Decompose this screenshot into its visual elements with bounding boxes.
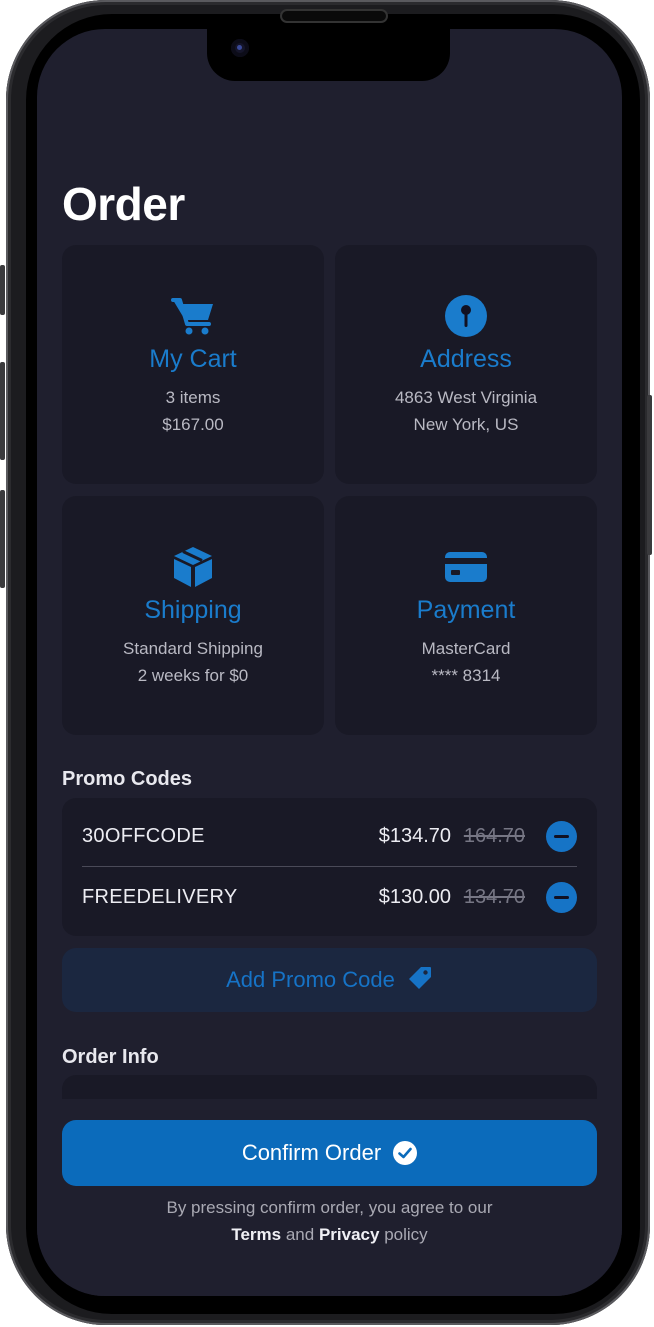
map-pin-icon bbox=[443, 293, 489, 339]
volume-down-button bbox=[0, 490, 5, 588]
add-promo-code-label: Add Promo Code bbox=[226, 967, 395, 992]
promo-old-price: 134.70 bbox=[463, 885, 525, 908]
action-button bbox=[0, 265, 5, 315]
remove-promo-button[interactable] bbox=[546, 881, 577, 913]
payment-card[interactable]: Payment MasterCard **** 8314 bbox=[335, 496, 597, 735]
shipping-eta: 2 weeks for $0 bbox=[137, 666, 249, 685]
order-info-label: Order Info bbox=[62, 1046, 159, 1068]
power-button bbox=[647, 395, 652, 555]
card-title: My Cart bbox=[149, 345, 237, 373]
cart-icon bbox=[170, 293, 216, 339]
cart-total: $167.00 bbox=[162, 415, 224, 434]
terms-link[interactable]: Terms bbox=[231, 1225, 281, 1244]
promo-codes-label: Promo Codes bbox=[62, 768, 193, 790]
card-detail: MasterCard **** 8314 bbox=[422, 635, 511, 689]
checkmark-circle-icon bbox=[393, 1141, 418, 1165]
card-title: Address bbox=[420, 345, 512, 373]
shipping-method: Standard Shipping bbox=[123, 639, 263, 658]
screen: Order My Cart 3 items $167.00 Address 48… bbox=[37, 29, 622, 1296]
card-title: Payment bbox=[416, 596, 516, 624]
promo-codes-list: 30OFFCODE $134.70 164.70 FREEDELIVERY $1… bbox=[62, 798, 597, 936]
promo-new-price: $130.00 bbox=[378, 885, 451, 908]
promo-new-price: $134.70 bbox=[378, 824, 451, 847]
promo-code: FREEDELIVERY bbox=[82, 885, 238, 908]
legal-and: and bbox=[285, 1225, 315, 1244]
privacy-link[interactable]: Privacy bbox=[319, 1225, 380, 1244]
card-detail: 3 items $167.00 bbox=[162, 384, 223, 438]
speaker-grille bbox=[280, 9, 388, 23]
legal-links: Terms and Privacy policy bbox=[37, 1221, 622, 1248]
address-city: New York, US bbox=[413, 415, 519, 434]
shipping-card[interactable]: Shipping Standard Shipping 2 weeks for $… bbox=[62, 496, 324, 735]
package-icon bbox=[170, 544, 216, 590]
my-cart-card[interactable]: My Cart 3 items $167.00 bbox=[62, 245, 324, 484]
payment-method: MasterCard bbox=[421, 639, 511, 658]
card-detail: Standard Shipping 2 weeks for $0 bbox=[123, 635, 263, 689]
remove-promo-button[interactable] bbox=[546, 820, 577, 852]
card-title: Shipping bbox=[144, 596, 242, 624]
cart-item-count: 3 items bbox=[165, 388, 221, 407]
legal-text: By pressing confirm order, you agree to … bbox=[166, 1198, 493, 1217]
credit-card-icon bbox=[443, 544, 489, 590]
confirm-order-button[interactable]: Confirm Order bbox=[62, 1120, 597, 1186]
card-detail: 4863 West Virginia New York, US bbox=[395, 384, 537, 438]
tag-icon bbox=[407, 965, 433, 996]
volume-up-button bbox=[0, 362, 5, 460]
promo-row: 30OFFCODE $134.70 164.70 bbox=[62, 806, 597, 866]
add-promo-code-button[interactable]: Add Promo Code bbox=[62, 948, 597, 1012]
payment-card-number: **** 8314 bbox=[431, 666, 501, 685]
promo-row: FREEDELIVERY $130.00 134.70 bbox=[62, 867, 597, 927]
legal-suffix: policy bbox=[384, 1225, 428, 1244]
legal-notice: By pressing confirm order, you agree to … bbox=[37, 1194, 622, 1248]
page-title: Order bbox=[62, 178, 185, 230]
address-street: 4863 West Virginia bbox=[394, 388, 538, 407]
confirm-order-label: Confirm Order bbox=[241, 1140, 382, 1165]
address-card[interactable]: Address 4863 West Virginia New York, US bbox=[335, 245, 597, 484]
promo-old-price: 164.70 bbox=[463, 824, 525, 847]
promo-code: 30OFFCODE bbox=[82, 824, 205, 847]
notch bbox=[207, 29, 450, 81]
front-camera bbox=[231, 39, 249, 57]
